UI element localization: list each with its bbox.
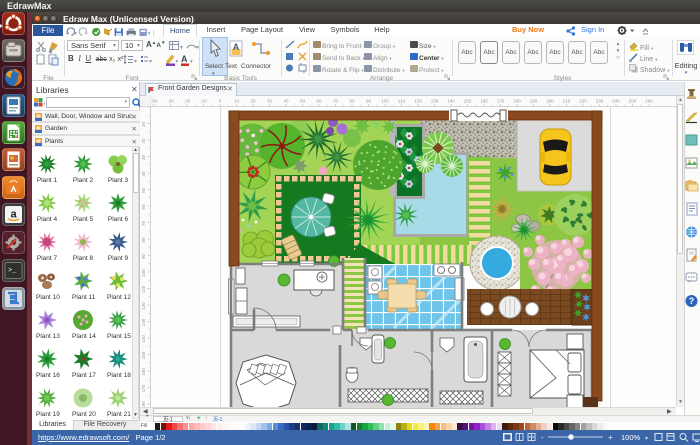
svg-text:100: 100	[141, 269, 146, 277]
svg-text:80: 80	[141, 237, 146, 243]
svg-text:80: 80	[349, 99, 355, 104]
svg-text:150: 150	[464, 99, 472, 104]
svg-text:180: 180	[513, 99, 521, 104]
svg-text:▾: ▾	[44, 101, 46, 106]
svg-text:90: 90	[366, 99, 372, 104]
svg-text:260: 260	[645, 99, 653, 104]
svg-text:▾: ▾	[134, 59, 137, 65]
svg-text:170: 170	[497, 99, 505, 104]
svg-text:10: 10	[234, 99, 240, 104]
svg-text:▾: ▾	[645, 436, 648, 442]
svg-text:▾: ▾	[190, 59, 193, 65]
svg-text:220: 220	[579, 99, 587, 104]
svg-text:90: 90	[141, 254, 146, 260]
svg-text:30: 30	[267, 99, 273, 104]
svg-text:20: 20	[141, 138, 146, 144]
svg-text:230: 230	[596, 99, 604, 104]
svg-text:▾: ▾	[196, 45, 199, 51]
svg-text:40: 40	[141, 171, 146, 177]
svg-text:10: 10	[141, 122, 146, 128]
svg-text:-10: -10	[200, 99, 207, 104]
svg-text:▾: ▾	[180, 45, 183, 51]
svg-text:-40: -40	[151, 99, 158, 104]
svg-text:240: 240	[612, 99, 620, 104]
svg-text:160: 160	[480, 99, 488, 104]
svg-text:190: 190	[530, 99, 538, 104]
svg-text:250: 250	[629, 99, 637, 104]
svg-text:140: 140	[141, 335, 146, 343]
svg-text:210: 210	[563, 99, 571, 104]
svg-text:30: 30	[141, 155, 146, 161]
svg-text:-30: -30	[167, 99, 174, 104]
svg-text:-: -	[541, 433, 544, 442]
svg-text:100: 100	[381, 99, 389, 104]
svg-text:110: 110	[141, 285, 146, 293]
svg-text:160: 160	[141, 368, 146, 376]
svg-text:120: 120	[414, 99, 422, 104]
svg-text:120: 120	[141, 302, 146, 310]
svg-text:110: 110	[398, 99, 406, 104]
svg-text:▾: ▾	[149, 59, 152, 65]
svg-text:▾: ▾	[176, 59, 179, 65]
svg-text:40: 40	[283, 99, 289, 104]
svg-text:60: 60	[316, 99, 322, 104]
svg-text:50: 50	[141, 188, 146, 194]
svg-text:50: 50	[300, 99, 306, 104]
svg-text:?: ?	[689, 296, 695, 306]
svg-text:20: 20	[250, 99, 256, 104]
svg-text:A: A	[233, 42, 240, 52]
svg-text:a: a	[10, 209, 17, 221]
svg-text:70: 70	[141, 221, 146, 227]
svg-text:+: +	[608, 433, 613, 442]
svg-text:70: 70	[333, 99, 339, 104]
svg-text:150: 150	[141, 351, 146, 359]
svg-text:130: 130	[141, 318, 146, 326]
svg-text:100%: 100%	[621, 433, 641, 442]
svg-text:60: 60	[141, 204, 146, 210]
svg-text:130: 130	[431, 99, 439, 104]
svg-text:>_: >_	[8, 267, 17, 275]
svg-text:200: 200	[546, 99, 554, 104]
svg-text:170: 170	[141, 384, 146, 392]
svg-text:140: 140	[447, 99, 455, 104]
svg-text:-20: -20	[184, 99, 191, 104]
svg-text:A: A	[181, 54, 188, 64]
